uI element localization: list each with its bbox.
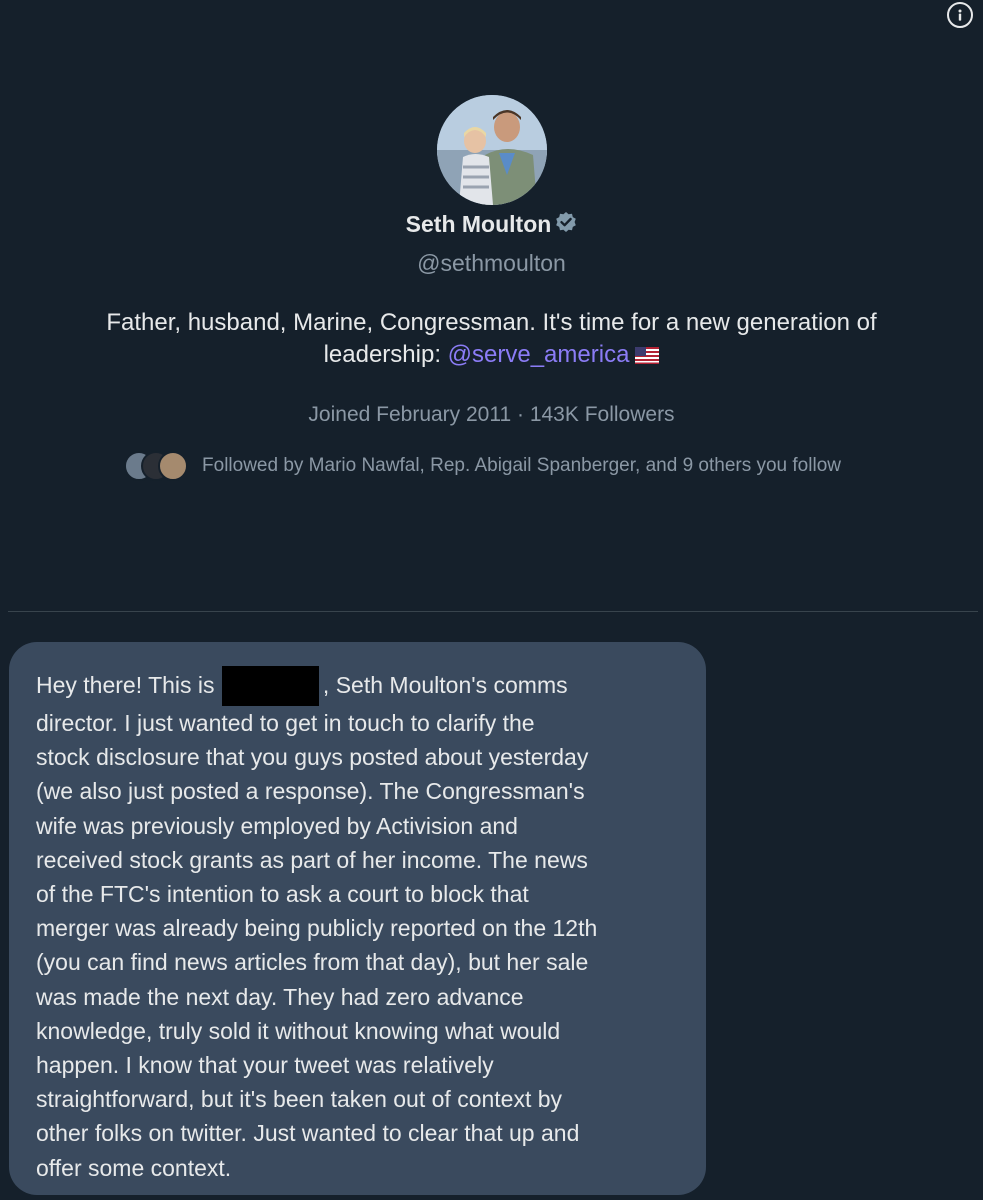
follower-avatar xyxy=(158,451,189,481)
message-line: offer some context. xyxy=(36,1154,232,1181)
bio-mention-link[interactable]: @serve_america xyxy=(448,341,630,368)
message-line: Hey there! This is , Seth Moulton's comm… xyxy=(36,666,686,706)
message-bubble: Hey there! This is , Seth Moulton's comm… xyxy=(9,642,706,1195)
message-line: (we also just posted a response). The Co… xyxy=(36,778,585,805)
us-flag-icon xyxy=(635,341,660,373)
profile-avatar[interactable] xyxy=(436,95,547,205)
message-line: received stock grants as part of her inc… xyxy=(36,846,588,873)
message-line: straightforward, but it's been taken out… xyxy=(36,1086,563,1113)
profile-header: Seth Moulton @sethmoulton Father, husban… xyxy=(0,95,983,481)
verified-badge-icon xyxy=(555,211,577,238)
follower-avatars xyxy=(124,451,189,481)
info-icon[interactable] xyxy=(947,2,973,28)
redaction-box xyxy=(221,666,319,706)
profile-handle: @sethmoulton xyxy=(417,250,566,276)
profile-name: Seth Moulton xyxy=(405,211,552,237)
message-line: happen. I know that your tweet was relat… xyxy=(36,1052,494,1079)
message-line: was made the next day. They had zero adv… xyxy=(36,983,524,1010)
message-line: merger was already being publicly report… xyxy=(36,915,598,942)
message-intro-continued: , Seth Moulton's comms xyxy=(322,672,568,698)
message-line: other folks on twitter. Just wanted to c… xyxy=(36,1120,580,1147)
message-line: of the FTC's intention to ask a court to… xyxy=(36,881,529,908)
message-line: director. I just wanted to get in touch … xyxy=(36,710,535,736)
followed-by-row[interactable]: Followed by Mario Nawfal, Rep. Abigail S… xyxy=(0,451,983,481)
message-line: knowledge, truly sold it without knowing… xyxy=(36,1017,561,1044)
profile-joined-followers: Joined February 2011 · 143K Followers xyxy=(308,403,675,426)
message-line: wife was previously employed by Activisi… xyxy=(36,812,518,839)
followed-by-text: Followed by Mario Nawfal, Rep. Abigail S… xyxy=(202,455,841,476)
message-intro: Hey there! This is xyxy=(36,672,221,698)
message-line: (you can find news articles from that da… xyxy=(36,949,589,976)
profile-bio: Father, husband, Marine, Congressman. It… xyxy=(57,307,927,373)
message-line: stock disclosure that you guys posted ab… xyxy=(36,744,589,771)
divider xyxy=(8,611,978,612)
